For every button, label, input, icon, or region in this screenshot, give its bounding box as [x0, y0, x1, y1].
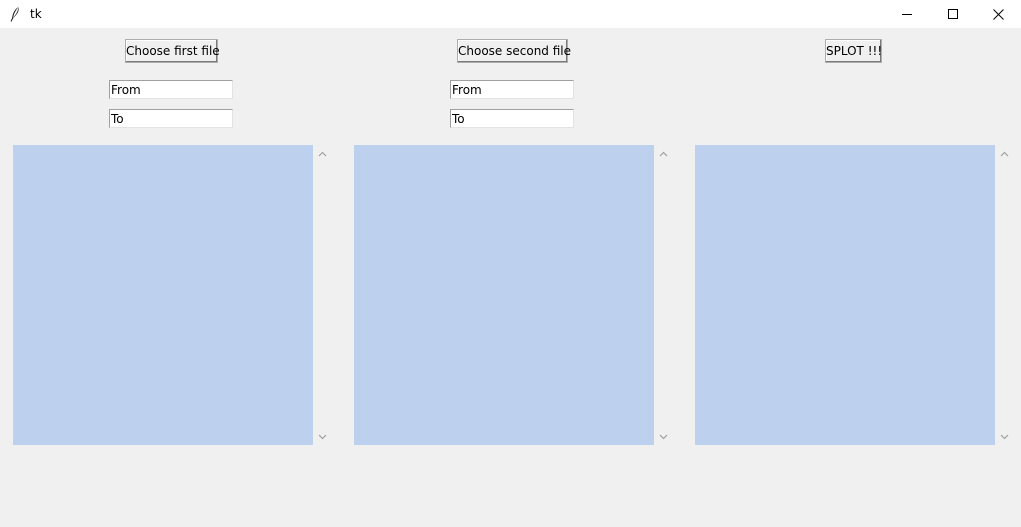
first-file-to-field[interactable]	[109, 109, 233, 128]
scroll-up-arrow-icon[interactable]	[655, 145, 672, 162]
second-file-to-field[interactable]	[450, 109, 574, 128]
scroll-up-arrow-icon[interactable]	[996, 145, 1013, 162]
maximize-icon	[948, 9, 958, 19]
first-file-listbox[interactable]	[13, 145, 313, 445]
scroll-down-arrow-icon[interactable]	[314, 428, 331, 445]
minimize-button[interactable]	[884, 0, 930, 28]
minimize-icon	[902, 9, 912, 19]
second-file-scrollbar[interactable]	[655, 145, 672, 445]
window-title: tk	[30, 7, 42, 21]
choose-first-file-button[interactable]: Choose first file	[125, 39, 220, 63]
result-listbox[interactable]	[695, 145, 995, 445]
second-file-from-field[interactable]	[450, 80, 574, 99]
first-file-scrollbar[interactable]	[314, 145, 331, 445]
maximize-button[interactable]	[930, 0, 976, 28]
splot-button[interactable]: SPLOT !!!	[825, 39, 882, 63]
first-file-from-field[interactable]	[109, 80, 233, 99]
second-file-listbox[interactable]	[354, 145, 654, 445]
close-button[interactable]	[975, 0, 1021, 28]
result-scrollbar[interactable]	[996, 145, 1013, 445]
close-icon	[992, 8, 1004, 20]
choose-second-file-button[interactable]: Choose second file	[457, 39, 571, 63]
scroll-down-arrow-icon[interactable]	[655, 428, 672, 445]
feather-icon	[9, 6, 21, 22]
title-bar[interactable]: tk	[0, 0, 1021, 28]
scroll-up-arrow-icon[interactable]	[314, 145, 331, 162]
scroll-down-arrow-icon[interactable]	[996, 428, 1013, 445]
tk-window: tk Choose first file Choose second f	[0, 0, 1021, 527]
